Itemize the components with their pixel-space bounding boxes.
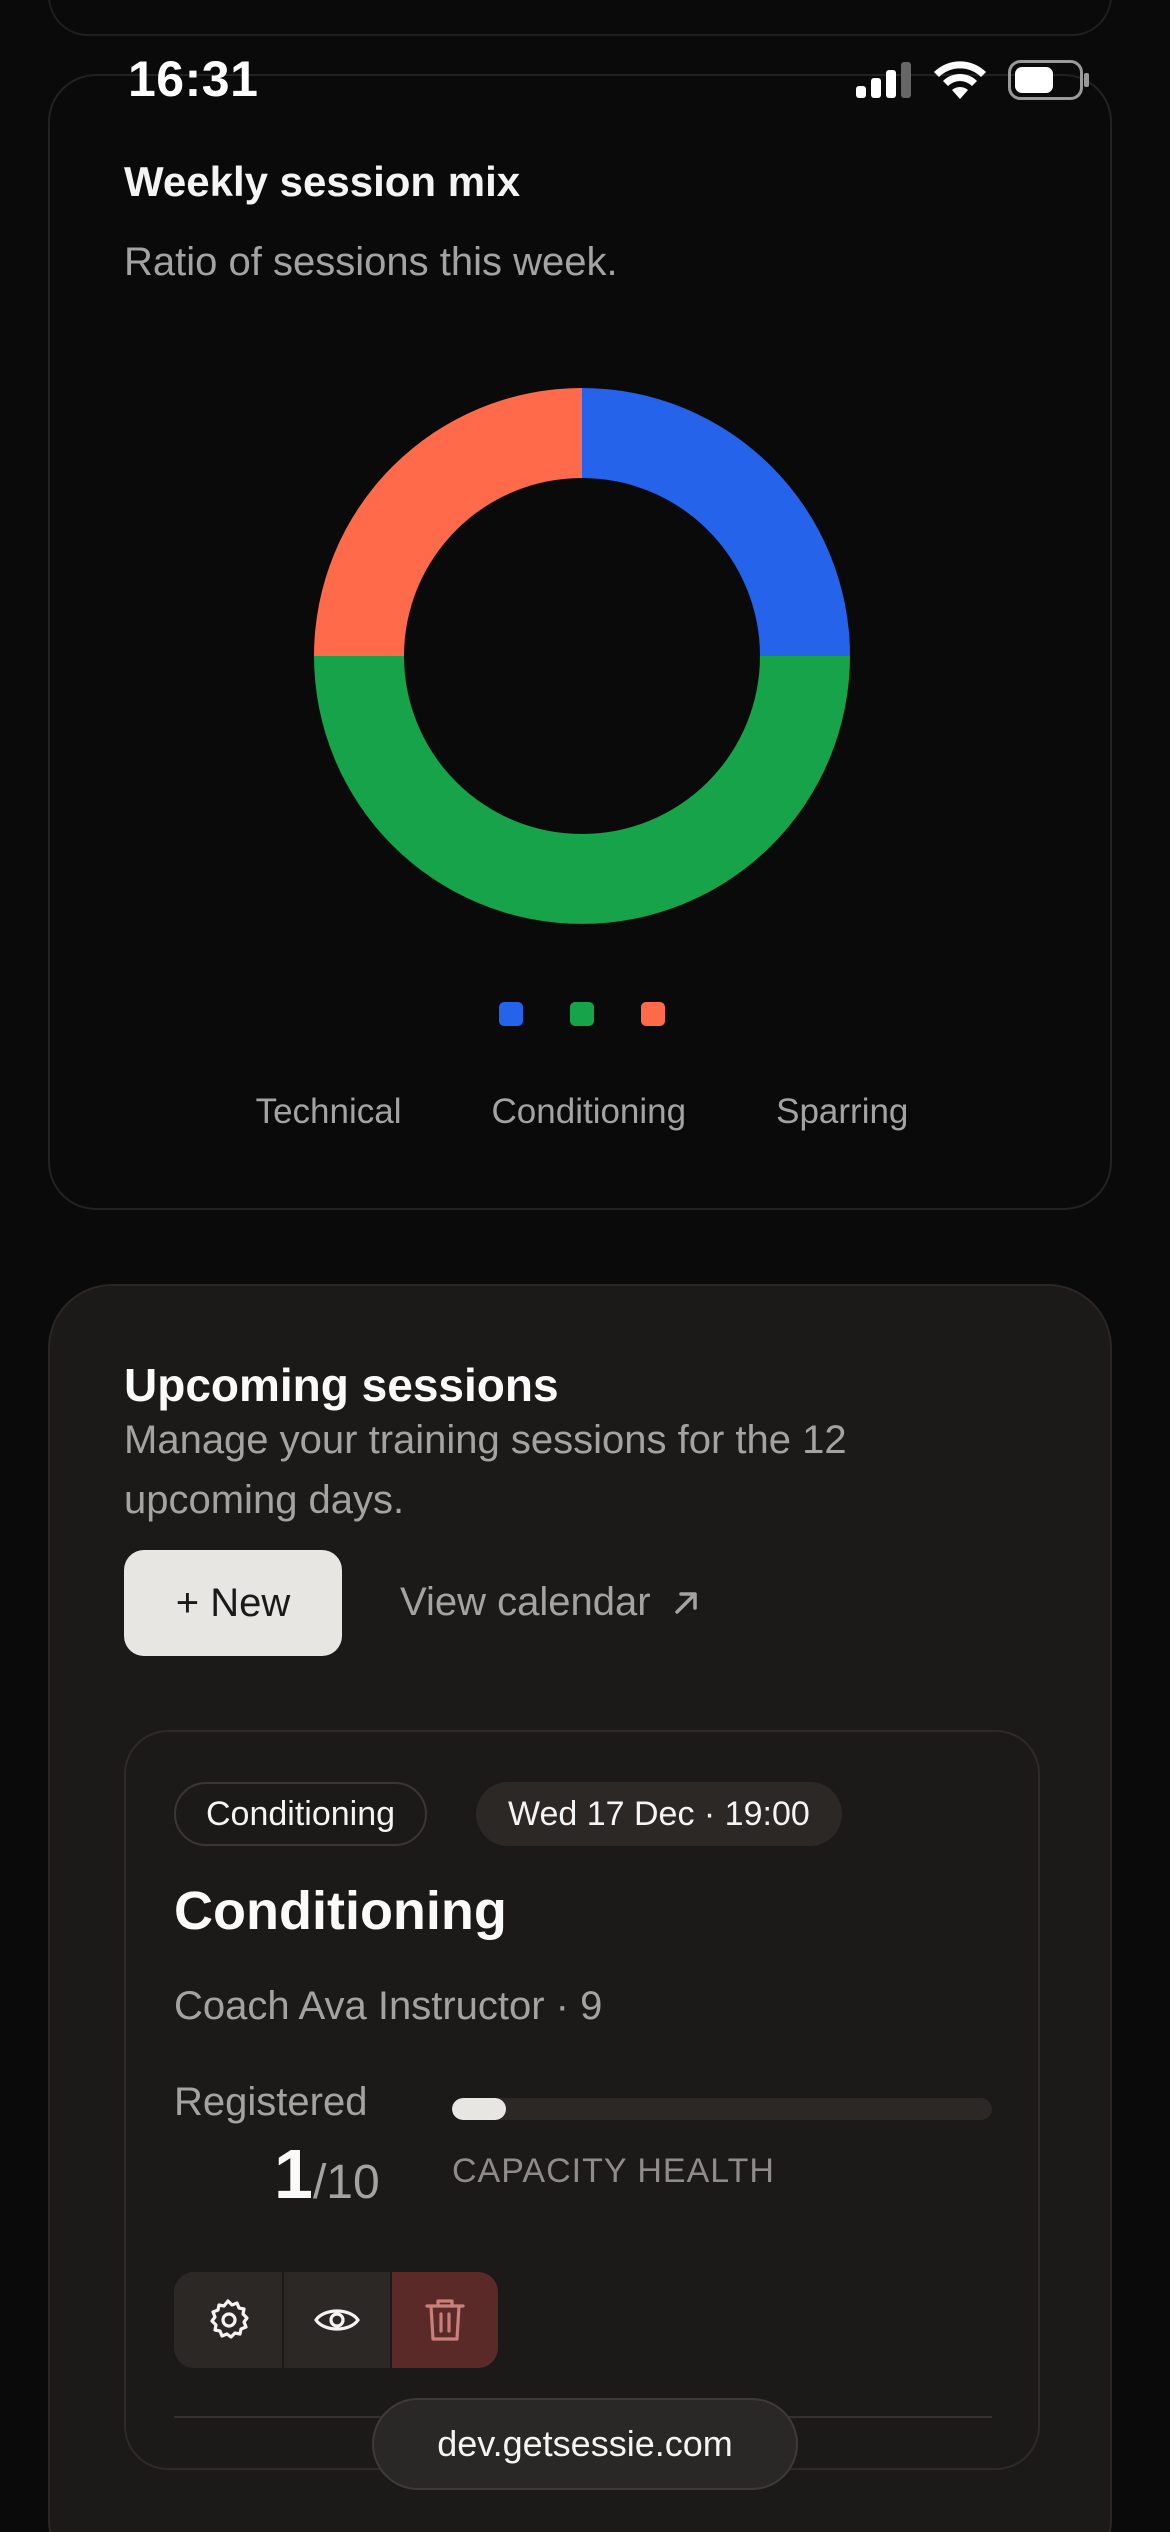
capacity-label: CAPACITY HEALTH (452, 2152, 775, 2190)
legend-label-technical: Technical (255, 1092, 402, 1131)
upcoming-sessions-card: Upcoming sessions Manage your training s… (48, 1284, 1112, 2532)
cellular-signal-icon (856, 62, 911, 98)
capacity-total: /10 (312, 2156, 380, 2209)
legend-label-conditioning: Conditioning (491, 1092, 687, 1131)
donut-slice-conditioning (314, 656, 850, 924)
chart-subtitle: Ratio of sessions this week. (124, 240, 618, 284)
registered-count: 1/10 (274, 2134, 380, 2214)
donut-slice-technical (582, 388, 850, 656)
settings-button[interactable] (174, 2272, 282, 2368)
status-time: 16:31 (128, 51, 259, 107)
previous-card-edge (48, 0, 1112, 36)
wifi-icon (934, 61, 986, 99)
session-type-chip: Conditioning (174, 1782, 428, 1846)
section-description: Manage your training sessions for the 12… (124, 1418, 847, 1522)
registered-number: 1 (274, 2135, 313, 2213)
delete-button[interactable] (390, 2272, 498, 2368)
legend-labels: Technical Conditioning Sparring (50, 1092, 1114, 1132)
session-date-chip: Wed 17 Dec · 19:00 (476, 1782, 842, 1846)
weekly-session-mix-card: Weekly session mix Ratio of sessions thi… (48, 74, 1112, 1210)
view-calendar-link[interactable]: View calendar (400, 1580, 701, 1625)
browser-url-pill[interactable]: dev.getsessie.com (372, 2398, 798, 2490)
arrow-up-right-icon (674, 1591, 697, 1614)
settings-gear-icon (210, 2299, 249, 2339)
legend-marker-sparring (641, 1002, 665, 1026)
battery-icon (1008, 60, 1089, 100)
session-card[interactable]: Conditioning Wed 17 Dec · 19:00 Conditio… (124, 1730, 1040, 2470)
registered-label: Registered (174, 2080, 368, 2124)
preview-button[interactable] (282, 2272, 390, 2368)
donut-slice-sparring (314, 388, 582, 656)
new-session-button[interactable]: + New (124, 1550, 342, 1656)
legend-marker-conditioning (570, 1002, 594, 1026)
legend-markers (50, 1002, 1114, 1030)
view-calendar-label: View calendar (400, 1580, 651, 1624)
capacity-bar-fill (452, 2098, 506, 2120)
donut-svg (314, 388, 850, 924)
session-actions (174, 2272, 498, 2368)
screen: Weekly session mix Ratio of sessions thi… (0, 0, 1170, 2532)
session-title: Conditioning (174, 1881, 507, 1941)
status-icons (856, 60, 1090, 100)
chart-title: Weekly session mix (124, 158, 521, 205)
legend-marker-technical (499, 1002, 523, 1026)
capacity-bar (452, 2098, 992, 2120)
donut-chart (50, 376, 1114, 936)
session-coach: Coach Ava Instructor · 9 (174, 1984, 603, 2028)
trash-icon (425, 2299, 465, 2341)
legend-label-sparring: Sparring (776, 1092, 909, 1131)
eye-icon (314, 2309, 360, 2331)
status-bar: 16:31 (0, 40, 1170, 120)
section-title: Upcoming sessions (124, 1359, 559, 1411)
